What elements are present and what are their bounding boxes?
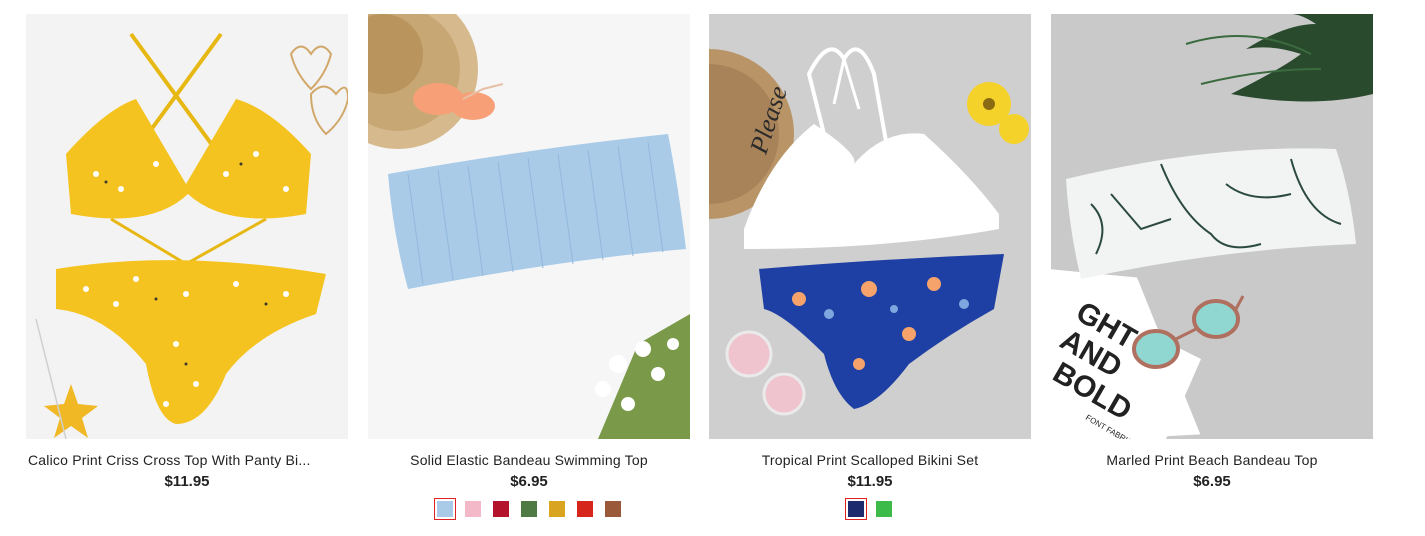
product-price: $6.95 xyxy=(510,473,548,490)
color-swatches xyxy=(368,498,690,520)
product-image-bandeau-top[interactable] xyxy=(368,14,690,439)
color-swatch-green[interactable] xyxy=(518,498,540,520)
product-title[interactable]: Marled Print Beach Bandeau Top xyxy=(1051,451,1373,469)
color-swatches xyxy=(709,498,1031,520)
color-swatch-brown[interactable] xyxy=(602,498,624,520)
color-swatch-blue[interactable] xyxy=(434,498,456,520)
product-image-tropical-bikini[interactable]: Please xyxy=(709,14,1031,439)
product-card-calico-bikini[interactable]: Calico Print Criss Cross Top With Panty … xyxy=(26,14,348,490)
product-title[interactable]: Solid Elastic Bandeau Swimming Top xyxy=(368,451,690,469)
product-image-calico-bikini[interactable] xyxy=(26,14,348,439)
product-card-bandeau-top[interactable]: Solid Elastic Bandeau Swimming Top $6.95 xyxy=(368,14,690,520)
color-swatch-burgundy[interactable] xyxy=(490,498,512,520)
color-swatch-pink[interactable] xyxy=(462,498,484,520)
color-swatch-navy[interactable] xyxy=(845,498,867,520)
color-swatch-green[interactable] xyxy=(873,498,895,520)
product-price: $6.95 xyxy=(1193,473,1231,490)
product-title[interactable]: Calico Print Criss Cross Top With Panty … xyxy=(26,451,348,469)
product-price: $11.95 xyxy=(847,473,893,490)
product-grid: Calico Print Criss Cross Top With Panty … xyxy=(0,0,1425,536)
product-price: $11.95 xyxy=(164,473,210,490)
color-swatch-red[interactable] xyxy=(574,498,596,520)
product-card-marled-bandeau[interactable]: GHT AND BOLD FONT FABRIC Marled Print Be… xyxy=(1051,14,1373,490)
product-image-marled-bandeau[interactable]: GHT AND BOLD FONT FABRIC xyxy=(1051,14,1373,439)
product-card-tropical-bikini[interactable]: Please Tropical Print Scalloped Bikini S… xyxy=(709,14,1031,520)
product-title[interactable]: Tropical Print Scalloped Bikini Set xyxy=(709,451,1031,469)
color-swatch-mustard[interactable] xyxy=(546,498,568,520)
